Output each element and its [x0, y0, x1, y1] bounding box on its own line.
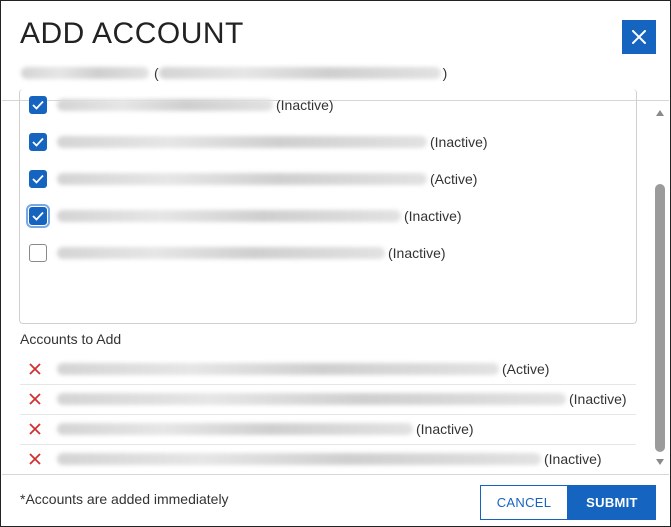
account-option[interactable]: (Inactive) — [26, 204, 462, 228]
remove-account-button[interactable] — [25, 419, 45, 439]
account-status: (Active) — [430, 171, 478, 187]
account-status: (Inactive) — [544, 451, 602, 467]
cancel-button[interactable]: CANCEL — [480, 485, 568, 520]
redacted-account-name — [57, 363, 499, 375]
caret-up-icon — [656, 110, 664, 116]
subtitle-close-paren: ) — [442, 65, 448, 81]
account-option[interactable]: (Inactive) — [29, 94, 334, 116]
redacted-account-name — [57, 393, 566, 405]
scroll-up-arrow[interactable] — [654, 108, 666, 118]
redacted-account-name — [57, 210, 401, 222]
checkmark-icon — [32, 100, 44, 110]
caret-down-icon — [656, 459, 664, 465]
account-status: (Inactive) — [388, 245, 446, 261]
account-to-add-row: (Inactive) — [20, 444, 636, 475]
account-status: (Inactive) — [430, 134, 488, 150]
remove-x-icon — [29, 363, 41, 375]
account-to-add-row: (Active) — [20, 354, 636, 385]
account-status: (Inactive) — [569, 391, 627, 407]
accounts-to-add-heading: Accounts to Add — [20, 331, 122, 347]
submit-button[interactable]: SUBMIT — [568, 485, 656, 520]
redacted-account-name — [57, 136, 427, 148]
account-checkbox[interactable] — [26, 204, 50, 228]
remove-x-icon — [29, 423, 41, 435]
subtitle-open-paren: ( — [154, 65, 159, 81]
redacted-account-name — [57, 423, 413, 435]
remove-x-icon — [29, 453, 41, 465]
checkmark-icon — [32, 174, 44, 184]
close-icon — [632, 30, 646, 44]
footer-divider — [2, 474, 669, 475]
add-account-dialog: ADD ACCOUNT ( ) (Inactive) (Inactive) (A… — [0, 0, 671, 527]
remove-account-button[interactable] — [25, 359, 45, 379]
footer-note: *Accounts are added immediately — [20, 491, 229, 507]
redacted-account-name — [57, 99, 273, 111]
checkmark-icon — [32, 211, 44, 221]
account-option[interactable]: (Inactive) — [29, 131, 488, 153]
account-option[interactable]: (Inactive) — [29, 242, 446, 264]
remove-account-button[interactable] — [25, 449, 45, 469]
account-to-add-row: (Inactive) — [20, 414, 636, 445]
remove-x-icon — [29, 393, 41, 405]
redacted-name — [21, 67, 149, 79]
account-selection-list[interactable]: (Inactive) (Inactive) (Active) (Inactive… — [19, 89, 637, 324]
account-checkbox[interactable] — [29, 133, 47, 151]
account-status: (Inactive) — [404, 208, 462, 224]
account-status: (Inactive) — [416, 421, 474, 437]
account-checkbox[interactable] — [29, 170, 47, 188]
redacted-account-name — [57, 453, 541, 465]
scrollbar-thumb[interactable] — [655, 184, 665, 452]
account-checkbox[interactable] — [29, 244, 47, 262]
close-button[interactable] — [622, 20, 656, 54]
redacted-email — [158, 67, 441, 79]
scroll-down-arrow[interactable] — [654, 457, 666, 467]
checkmark-icon — [32, 137, 44, 147]
account-to-add-row: (Inactive) — [20, 384, 636, 415]
account-checkbox[interactable] — [29, 96, 47, 114]
account-status: (Inactive) — [276, 97, 334, 113]
account-option[interactable]: (Active) — [29, 168, 477, 190]
account-status: (Active) — [502, 361, 550, 377]
remove-account-button[interactable] — [25, 389, 45, 409]
redacted-account-name — [57, 247, 385, 259]
account-holder-info: ( ) — [21, 65, 447, 81]
dialog-title: ADD ACCOUNT — [20, 17, 244, 50]
redacted-account-name — [57, 173, 427, 185]
